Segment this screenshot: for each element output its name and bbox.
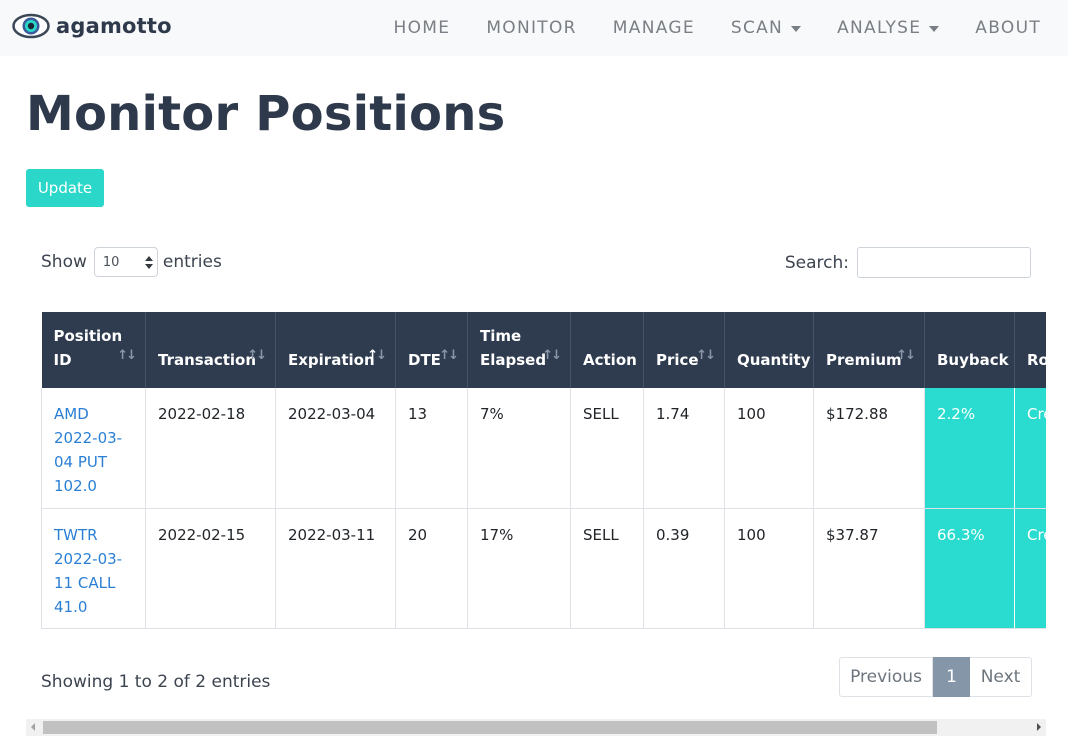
caret-down-icon	[791, 25, 802, 32]
header-transaction[interactable]: Transaction ↑↓	[145, 312, 276, 388]
header-quantity[interactable]: Quantity	[724, 312, 814, 388]
table-info: Showing 1 to 2 of 2 entries	[41, 672, 271, 692]
header-expiration[interactable]: Expiration ↑↓	[275, 312, 396, 388]
cell-premium: $37.87	[813, 508, 925, 629]
nav-manage-label: MANAGE	[612, 18, 695, 38]
next-page-button[interactable]: Next	[970, 657, 1032, 697]
update-button[interactable]: Update	[26, 169, 104, 207]
header-buyback[interactable]: Buyback	[924, 312, 1015, 388]
entries-select[interactable]: 10	[93, 247, 158, 277]
cell-roll: Cre	[1014, 508, 1046, 629]
header-premium-label: Premium	[826, 351, 902, 369]
cell-position-id: AMD 2022-03-04 PUT 102.0	[41, 388, 146, 509]
sort-asc-icon: ↑↓	[367, 348, 387, 363]
sort-icon: ↑↓	[439, 348, 459, 363]
header-roll[interactable]: Ro	[1014, 312, 1046, 388]
table-header-row: Position ID ↑↓ Transaction ↑↓ Expiration ↑↓…	[41, 312, 1046, 388]
table-search: Search:	[785, 247, 1031, 278]
header-buyback-label: Buyback	[937, 351, 1009, 369]
cell-time-elapsed: 17%	[467, 508, 571, 629]
brand-link[interactable]: agamotto	[12, 11, 172, 41]
nav-scan-label: SCAN	[730, 18, 784, 38]
table-row: AMD 2022-03-04 PUT 102.0 2022-02-18 2022…	[41, 388, 1046, 509]
nav-home[interactable]: HOME	[376, 18, 469, 38]
cell-quantity: 100	[724, 508, 814, 629]
header-premium[interactable]: Premium ↑↓	[813, 312, 925, 388]
sort-icon: ↑↓	[247, 348, 267, 363]
nav-menu: HOME MONITOR MANAGE SCAN ANALYSE ABOUT	[376, 0, 1068, 56]
header-position-id[interactable]: Position ID ↑↓	[41, 312, 146, 388]
cell-roll: Cre	[1014, 388, 1046, 509]
nav-manage[interactable]: MANAGE	[595, 18, 713, 38]
cell-buyback: 2.2%	[924, 388, 1015, 509]
cell-buyback: 66.3%	[924, 508, 1015, 629]
sort-icon: ↑↓	[117, 348, 137, 363]
position-link[interactable]: TWTR 2022-03-11 CALL 41.0	[54, 526, 122, 616]
nav-analyse-dropdown[interactable]: ANALYSE	[819, 18, 957, 38]
sort-icon: ↑↓	[542, 348, 562, 363]
cell-expiration: 2022-03-11	[275, 508, 396, 629]
nav-about-label: ABOUT	[975, 18, 1041, 38]
cell-position-id: TWTR 2022-03-11 CALL 41.0	[41, 508, 146, 629]
position-link[interactable]: AMD 2022-03-04 PUT 102.0	[54, 405, 122, 495]
sort-icon: ↑↓	[896, 348, 916, 363]
header-time-elapsed[interactable]: Time Elapsed ↑↓	[467, 312, 571, 388]
nav-analyse-label: ANALYSE	[837, 18, 922, 38]
cell-expiration: 2022-03-04	[275, 388, 396, 509]
header-action[interactable]: Action	[570, 312, 644, 388]
length-suffix: entries	[162, 252, 222, 272]
navbar: agamotto HOME MONITOR MANAGE SCAN ANALYS…	[0, 0, 1068, 56]
cell-transaction: 2022-02-18	[145, 388, 276, 509]
nav-about[interactable]: ABOUT	[957, 18, 1068, 38]
cell-quantity: 100	[724, 388, 814, 509]
nav-monitor-label: MONITOR	[486, 18, 577, 38]
cell-time-elapsed: 7%	[467, 388, 571, 509]
header-time-elapsed-label: Time Elapsed	[480, 327, 547, 369]
header-price[interactable]: Price ↑↓	[643, 312, 725, 388]
caret-down-icon	[929, 25, 940, 32]
header-dte[interactable]: DTE ↑↓	[395, 312, 468, 388]
cell-transaction: 2022-02-15	[145, 508, 276, 629]
nav-scan-dropdown[interactable]: SCAN	[713, 18, 819, 38]
scrollbar-thumb[interactable]	[43, 721, 937, 734]
header-expiration-label: Expiration	[288, 351, 375, 369]
nav-monitor[interactable]: MONITOR	[468, 18, 594, 38]
sort-icon: ↑↓	[696, 348, 716, 363]
scroll-right-icon[interactable]	[1037, 723, 1041, 731]
entries-select-value: 10	[102, 254, 120, 270]
header-action-label: Action	[583, 351, 637, 369]
header-position-id-label: Position ID	[53, 327, 123, 369]
cell-action: SELL	[570, 508, 644, 629]
scroll-left-icon[interactable]	[31, 723, 35, 731]
cell-dte: 20	[395, 508, 468, 629]
previous-page-button[interactable]: Previous	[839, 657, 933, 697]
positions-table: Position ID ↑↓ Transaction ↑↓ Expiration ↑↓…	[41, 312, 1046, 629]
search-label: Search:	[784, 252, 849, 273]
cell-premium: $172.88	[813, 388, 925, 509]
entries-length-control: Show 10 entries	[41, 247, 222, 277]
cell-price: 0.39	[643, 508, 725, 629]
header-roll-label: Ro	[1027, 351, 1046, 369]
eye-icon	[12, 13, 50, 39]
length-prefix: Show	[41, 252, 87, 272]
page-1-button[interactable]: 1	[933, 657, 970, 697]
brand-name: agamotto	[56, 14, 172, 38]
cell-price: 1.74	[643, 388, 725, 509]
header-price-label: Price	[656, 351, 699, 369]
horizontal-scrollbar[interactable]	[26, 719, 1046, 736]
pagination: Previous 1 Next	[839, 657, 1032, 697]
table-row: TWTR 2022-03-11 CALL 41.0 2022-02-15 202…	[41, 508, 1046, 629]
page-title: Monitor Positions	[26, 86, 506, 142]
search-input[interactable]	[857, 247, 1031, 278]
header-transaction-label: Transaction	[158, 351, 257, 369]
cell-action: SELL	[570, 388, 644, 509]
header-quantity-label: Quantity	[737, 351, 811, 369]
cell-dte: 13	[395, 388, 468, 509]
nav-home-label: HOME	[393, 18, 451, 38]
header-dte-label: DTE	[408, 351, 441, 369]
positions-table-container: Position ID ↑↓ Transaction ↑↓ Expiration ↑↓…	[41, 312, 1046, 629]
